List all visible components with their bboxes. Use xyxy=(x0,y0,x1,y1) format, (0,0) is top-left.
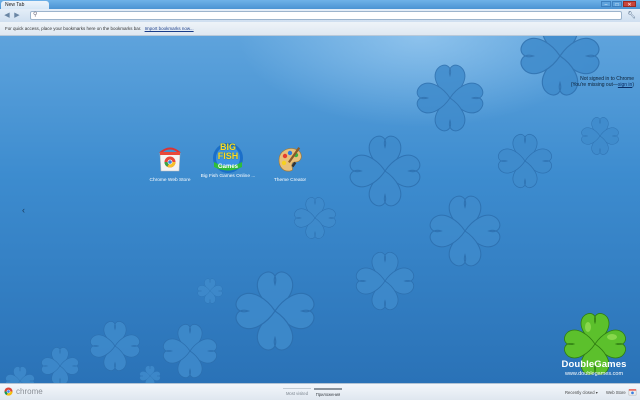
tab-most-visited[interactable]: Most visited xyxy=(283,388,311,396)
web-store-link[interactable]: Web Store xyxy=(606,390,626,395)
chrome-logo-icon xyxy=(4,387,13,396)
app-theme-creator[interactable]: Theme Creator xyxy=(261,144,319,183)
import-bookmarks-link[interactable]: Import bookmarks now... xyxy=(145,26,194,31)
omnibox-input[interactable]: ⚲ xyxy=(30,11,622,20)
app-label: Chrome Web Store xyxy=(149,178,191,183)
chrome-wordmark: chrome xyxy=(16,387,43,396)
web-store-icon[interactable] xyxy=(628,387,637,396)
tab-label: Most visited xyxy=(285,391,309,396)
app-chrome-web-store[interactable]: Chrome Web Store xyxy=(141,144,199,183)
minimize-button[interactable]: – xyxy=(601,1,611,8)
recently-closed-menu[interactable]: Recently closed ▾ xyxy=(565,390,598,395)
chrome-web-store-icon xyxy=(159,147,181,172)
signin-link[interactable]: sign in xyxy=(618,82,632,88)
app-label: Theme Creator xyxy=(273,178,307,183)
back-icon[interactable]: ◀ xyxy=(3,11,11,20)
clover-background xyxy=(5,36,619,383)
signin-prefix: (You're missing out— xyxy=(570,82,618,88)
doublegames-url: www.doublegames.com xyxy=(564,371,624,377)
left-arrow-icon[interactable]: ‹ xyxy=(22,205,25,215)
tab-label: Приложения xyxy=(315,392,341,397)
big-fish-games-icon: BIG FISH Games xyxy=(207,140,249,176)
tab-title: New Tab xyxy=(5,2,25,8)
big-fish-logo-fish: FISH xyxy=(217,151,239,161)
big-fish-logo-games: Games xyxy=(217,164,238,170)
tab-apps[interactable]: Приложения xyxy=(314,388,342,397)
bookmarks-bar-message: For quick access, place your bookmarks h… xyxy=(5,26,142,31)
title-bar: New Tab – □ ✕ xyxy=(0,0,640,9)
chrome-brand: chrome xyxy=(4,387,43,396)
maximize-button[interactable]: □ xyxy=(612,1,622,8)
signin-suffix: ) xyxy=(632,82,634,88)
signin-status: Not signed in to Chrome (You're missing … xyxy=(571,76,634,88)
tab-new-tab[interactable]: New Tab xyxy=(1,1,49,9)
app-big-fish-games[interactable]: BIG FISH Games Big Fish Games Online ... xyxy=(199,140,257,180)
toolbar: ◀ ▶ ⚲ 🔧︎ xyxy=(0,9,640,22)
doublegames-title: DoubleGames xyxy=(561,359,627,370)
forward-icon[interactable]: ▶ xyxy=(13,11,21,20)
theme-creator-icon xyxy=(278,147,302,172)
ntp-footer: chrome Most visited Приложения Recently … xyxy=(0,383,640,400)
bookmarks-bar: For quick access, place your bookmarks h… xyxy=(0,22,640,36)
close-button[interactable]: ✕ xyxy=(623,1,636,8)
window-controls: – □ ✕ xyxy=(601,1,636,8)
new-tab-page: Not signed in to Chrome (You're missing … xyxy=(0,36,640,383)
wrench-icon[interactable]: 🔧︎ xyxy=(627,11,636,20)
search-icon: ⚲ xyxy=(33,12,38,18)
